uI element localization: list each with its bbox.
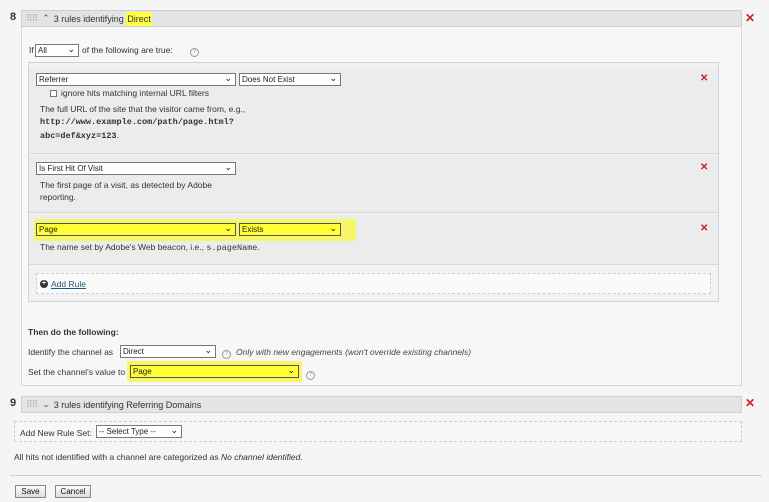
- ruleset-title: 3 rules identifying Referring Domains: [53, 399, 202, 410]
- rule-operator-select[interactable]: Does Not Exist ⌄: [239, 73, 341, 86]
- help-icon[interactable]: ?: [222, 347, 231, 359]
- ruleset-title-highlight: Direct: [126, 11, 152, 26]
- match-select-value: All: [38, 46, 47, 55]
- ruleset-title: 3 rules identifying Direct: [53, 11, 152, 26]
- ruleset-header-direct[interactable]: ⠿⠿ ⌃ 3 rules identifying Direct: [21, 10, 742, 27]
- chevron-down-icon: ⌄: [329, 73, 337, 83]
- rule-description: The name set by Adobe's Web beacon, i.e.…: [40, 242, 260, 254]
- rule-operator-value: Exists: [242, 225, 264, 234]
- rule-field-value: Is First Hit Of Visit: [39, 164, 103, 173]
- then-heading: Then do the following:: [28, 327, 119, 337]
- chevron-down-icon: ⌄: [329, 223, 337, 233]
- channel-select[interactable]: Direct ⌄: [120, 345, 216, 358]
- checkbox-label: ignore hits matching internal URL filter…: [61, 88, 210, 98]
- footer-note-prefix: All hits not identified with a channel a…: [14, 452, 221, 462]
- condition-suffix: of the following are true:: [82, 45, 173, 55]
- chevron-down-icon: ⌄: [170, 425, 178, 435]
- ruleset-type-select-value: -- Select Type --: [99, 427, 156, 436]
- rule-example-code: abc=def&xyz=123: [40, 131, 117, 141]
- footer-note-end: .: [300, 452, 303, 462]
- drag-handle-icon[interactable]: ⠿⠿: [26, 399, 38, 410]
- ruleset-title-prefix: 3 rules identifying: [53, 13, 127, 24]
- ruleset-header-referring-domains[interactable]: ⠿⠿ ⌄ 3 rules identifying Referring Domai…: [21, 396, 742, 413]
- rule-description-line1: The first page of a visit, as detected b…: [40, 180, 212, 190]
- chevron-down-icon: ⌄: [224, 73, 232, 83]
- footer-note: All hits not identified with a channel a…: [14, 452, 303, 462]
- rule-description-text: The name set by Adobe's Web beacon, i.e.…: [40, 242, 205, 252]
- help-icon[interactable]: ?: [190, 45, 199, 57]
- plus-circle-icon: +: [40, 280, 48, 288]
- identify-note: Only with new engagements (won't overrid…: [236, 347, 472, 357]
- close-x-icon[interactable]: ✕: [700, 163, 708, 173]
- rule-example-line1: http://www.example.com/path/page.html?: [40, 117, 234, 127]
- rule-description-code: s.pageName: [206, 243, 258, 253]
- rule-example-line2: abc=def&xyz=123.: [40, 130, 119, 142]
- match-select[interactable]: All ⌄: [35, 44, 79, 57]
- save-button[interactable]: Save: [15, 485, 46, 498]
- rule-description: The full URL of the site that the visito…: [40, 104, 246, 114]
- rule-operator-value: Does Not Exist: [242, 75, 295, 84]
- ruleset-type-select[interactable]: -- Select Type -- ⌄: [96, 425, 182, 438]
- rule-operator-select[interactable]: Exists ⌄: [239, 223, 341, 236]
- ignore-internal-checkbox[interactable]: [50, 89, 57, 97]
- rule-field-value: Page: [39, 225, 58, 234]
- rule-field-select[interactable]: Page ⌄: [36, 223, 236, 236]
- add-rule-area: [36, 273, 711, 294]
- rule-description-end: .: [257, 242, 260, 252]
- chevron-down-icon: ⌄: [224, 162, 232, 172]
- chevron-down-icon: ⌄: [287, 365, 295, 375]
- help-icon[interactable]: ?: [306, 368, 315, 380]
- add-rule-button[interactable]: + Add Rule: [40, 279, 86, 289]
- close-x-icon[interactable]: ✕: [745, 397, 755, 409]
- ignore-internal-checkbox-row[interactable]: ignore hits matching internal URL filter…: [50, 88, 209, 98]
- chevron-down-icon: ⌄: [224, 223, 232, 233]
- drag-handle-icon[interactable]: ⠿⠿: [26, 13, 38, 24]
- identify-label: Identify the channel as: [28, 347, 114, 357]
- close-x-icon[interactable]: ✕: [745, 12, 755, 24]
- rule-description-line2: reporting.: [40, 192, 76, 202]
- ruleset-number: 8: [10, 11, 17, 23]
- rule-field-select[interactable]: Referrer ⌄: [36, 73, 236, 86]
- close-x-icon[interactable]: ✕: [700, 74, 708, 84]
- add-rule-link[interactable]: Add Rule: [51, 279, 86, 289]
- rule-field-select[interactable]: Is First Hit Of Visit ⌄: [36, 162, 236, 175]
- chevron-up-icon[interactable]: ⌃: [42, 13, 50, 24]
- cancel-button[interactable]: Cancel: [55, 485, 91, 498]
- close-x-icon[interactable]: ✕: [700, 224, 708, 234]
- chevron-down-icon[interactable]: ⌄: [42, 399, 50, 410]
- rule-field-value: Referrer: [39, 75, 69, 84]
- ruleset-number: 9: [10, 397, 17, 409]
- channel-select-value: Direct: [123, 347, 144, 356]
- chevron-down-icon: ⌄: [204, 345, 212, 355]
- channel-value-select-value: Page: [133, 367, 152, 376]
- set-value-label: Set the channel's value to: [28, 367, 126, 377]
- footer-note-italic: No channel identified: [220, 452, 301, 462]
- channel-value-select[interactable]: Page ⌄: [130, 365, 299, 378]
- if-label: If: [29, 45, 34, 55]
- rule-example-end: .: [116, 130, 119, 140]
- divider: [10, 475, 762, 476]
- chevron-down-icon: ⌄: [67, 44, 75, 54]
- add-ruleset-label: Add New Rule Set:: [20, 428, 92, 438]
